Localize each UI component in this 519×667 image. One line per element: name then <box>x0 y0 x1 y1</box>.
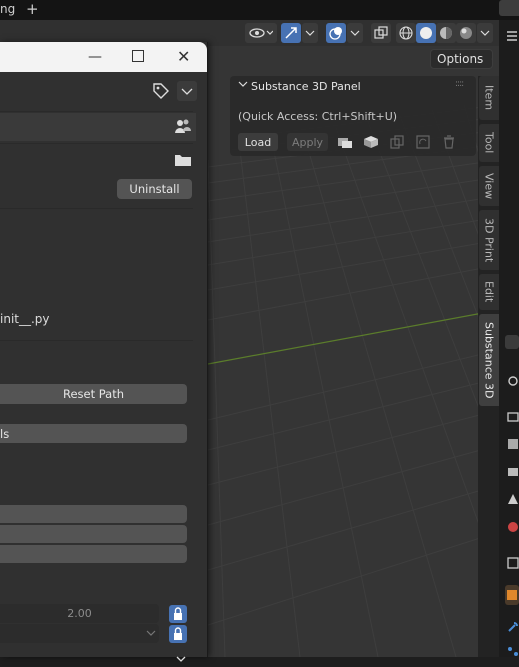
top-tab-strip <box>0 0 519 20</box>
uninstall-button[interactable]: Uninstall <box>117 179 192 199</box>
tab-label: 3D Print <box>482 217 496 263</box>
xray-icon <box>374 26 388 39</box>
overlay-dropdown[interactable] <box>347 23 363 43</box>
wireframe-shading-button[interactable] <box>396 23 416 43</box>
object-properties-tab[interactable] <box>505 585 519 605</box>
tab-tool[interactable]: Tool <box>479 124 499 162</box>
lock-icon[interactable] <box>169 605 187 623</box>
world-icon[interactable] <box>507 518 519 537</box>
chevron-down-icon <box>491 58 492 60</box>
window-titlebar <box>0 42 207 72</box>
tab-label: Item <box>482 85 496 111</box>
chevron-down-icon <box>146 630 156 636</box>
collection-icon[interactable] <box>507 554 519 573</box>
overlay-icon <box>329 27 342 40</box>
tag-dropdown[interactable] <box>177 81 197 101</box>
outliner-icon[interactable] <box>505 28 519 42</box>
gizmo-dropdown[interactable] <box>302 23 318 43</box>
shading-dropdown[interactable] <box>477 23 493 43</box>
rendered-sphere-icon <box>460 27 472 39</box>
tab-3d-print[interactable]: 3D Print <box>479 210 499 270</box>
enum-dropdown[interactable] <box>0 624 159 643</box>
eye-icon <box>249 28 273 38</box>
chevron-down-icon <box>176 656 186 662</box>
maintainer-row <box>0 113 196 141</box>
cube-icon <box>364 136 378 148</box>
duplicate-icon <box>390 135 404 149</box>
gizmo-icon <box>285 27 297 39</box>
add-workspace-button[interactable]: + <box>26 0 39 18</box>
chevron-down-icon <box>238 81 248 87</box>
chevron-down-icon <box>181 88 193 95</box>
modifier-wrench-icon[interactable] <box>507 618 519 637</box>
number-field[interactable]: 2.00 <box>0 604 159 623</box>
tab-label: View <box>482 172 496 200</box>
refresh-button[interactable] <box>413 133 433 151</box>
separator <box>0 143 193 144</box>
separator <box>0 111 193 112</box>
tab-label: Tool <box>482 132 496 154</box>
drag-handle-icon[interactable]: :::: <box>455 79 464 89</box>
tab-substance-3d[interactable]: Substance 3D <box>479 314 499 406</box>
options-label: Options <box>437 52 484 66</box>
path-field[interactable] <box>0 525 187 543</box>
chevron-down-icon <box>350 30 360 36</box>
panel-title: Substance 3D Panel <box>251 80 361 93</box>
solid-sphere-icon <box>420 27 432 39</box>
load-button[interactable]: Load <box>238 133 278 151</box>
close-icon[interactable]: ✕ <box>177 47 190 66</box>
particles-icon[interactable] <box>507 643 519 662</box>
workspace-tab[interactable]: ng <box>0 2 15 16</box>
delete-button[interactable] <box>439 133 459 151</box>
file-path-text: init__.py <box>0 312 50 326</box>
maximize-icon[interactable] <box>132 50 144 62</box>
chevron-down-icon <box>480 30 490 36</box>
options-dropdown[interactable]: Options <box>430 49 493 69</box>
quick-access-hint: (Quick Access: Ctrl+Shift+U) <box>238 110 398 123</box>
material-shading-button[interactable] <box>436 23 456 43</box>
material-sphere-icon <box>440 27 452 39</box>
editor-type-icon[interactable] <box>505 335 519 349</box>
folder-icon[interactable] <box>174 152 192 172</box>
render-icon[interactable] <box>507 408 519 427</box>
panel-collapse-toggle[interactable] <box>238 80 248 91</box>
material-icon <box>338 138 352 148</box>
tag-icon[interactable] <box>152 82 170 104</box>
tab-label: Edit <box>482 281 496 303</box>
visibility-dropdown[interactable] <box>245 23 277 43</box>
tab-item[interactable]: Item <box>479 76 499 120</box>
wireframe-sphere-icon <box>399 26 413 40</box>
path-field[interactable] <box>0 505 187 523</box>
cube-material-button[interactable] <box>361 133 381 151</box>
path-field[interactable] <box>0 545 187 563</box>
overlay-toggle[interactable] <box>326 23 346 43</box>
tab-label: Substance 3D <box>482 321 496 399</box>
users-icon[interactable] <box>174 118 192 138</box>
tool-settings-icon[interactable] <box>507 372 519 391</box>
lock-icon[interactable] <box>169 625 187 643</box>
xray-toggle[interactable] <box>371 23 391 43</box>
tab-edit[interactable]: Edit <box>479 274 499 310</box>
minimize-icon[interactable]: — <box>88 49 102 65</box>
expand-chevron[interactable] <box>175 648 187 667</box>
tab-view[interactable]: View <box>479 166 499 206</box>
gizmo-toggle[interactable] <box>281 23 301 43</box>
scene-icon[interactable] <box>507 490 519 509</box>
duplicate-button[interactable] <box>387 133 407 151</box>
trash-icon <box>444 135 454 149</box>
separator <box>0 208 193 209</box>
separator <box>0 340 193 341</box>
reset-path-button[interactable]: Reset Path <box>0 384 187 404</box>
scene-selector[interactable] <box>499 0 519 16</box>
rendered-shading-button[interactable] <box>456 23 476 43</box>
tools-label: ls <box>0 426 10 441</box>
tools-button[interactable]: ls <box>0 424 187 443</box>
view-layer-icon[interactable] <box>507 462 519 481</box>
solid-shading-button[interactable] <box>416 23 436 43</box>
apply-button[interactable]: Apply <box>287 133 328 151</box>
chevron-down-icon <box>305 30 315 36</box>
output-icon[interactable] <box>507 435 519 454</box>
material-import-button[interactable] <box>335 133 355 151</box>
refresh-icon <box>416 135 430 149</box>
